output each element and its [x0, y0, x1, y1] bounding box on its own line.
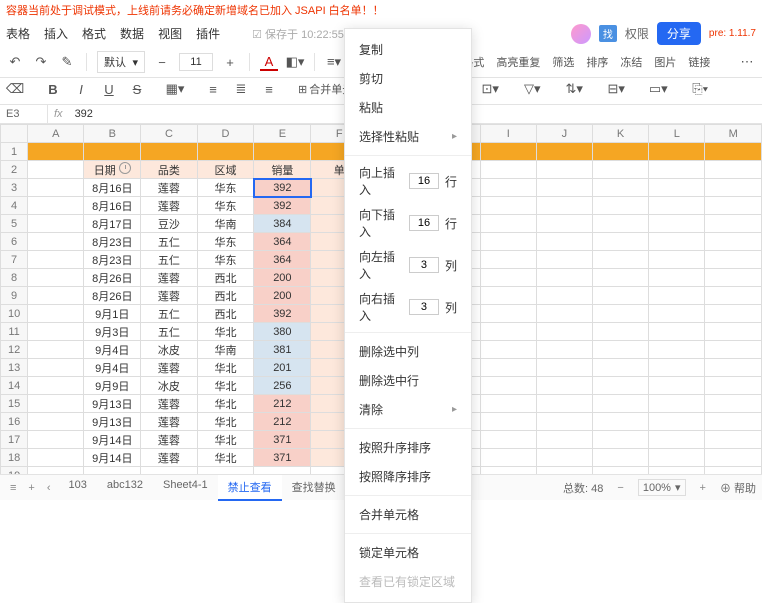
italic-icon[interactable]: I [72, 80, 90, 98]
menu-视图[interactable]: 视图 [158, 27, 182, 41]
undo-icon[interactable]: ↶ [6, 53, 24, 71]
col-header-K[interactable]: K [592, 125, 648, 143]
ctx-sort-desc[interactable]: 按照降序排序 [345, 462, 471, 491]
prev-sheet-icon[interactable]: ‹ [43, 480, 55, 496]
more-icon[interactable]: ⋯ [738, 53, 756, 71]
menu-插入[interactable]: 插入 [44, 27, 68, 41]
link-icon[interactable]: ⎘▾ [691, 80, 709, 98]
fill-color-icon[interactable]: ◧▾ [286, 53, 304, 71]
filter-icon[interactable]: ▽▾ [523, 80, 541, 98]
col-header-I[interactable]: I [480, 125, 536, 143]
menu-格式[interactable]: 格式 [82, 27, 106, 41]
ctx-paste[interactable]: 粘贴 [345, 93, 471, 122]
tool-g2-icon[interactable]: ⊡▾ [481, 80, 499, 98]
col-header-M[interactable]: M [705, 125, 762, 143]
ctx-view-locked: 查看已有锁定区域 [345, 567, 471, 596]
context-menu: 复制 剪切 粘贴 选择性粘贴▸ 向上插入行 向下插入行 向左插入列 向右插入列 … [344, 28, 472, 603]
tb-筛选[interactable]: 筛选 [552, 54, 574, 70]
ctx-insert-down-input[interactable] [409, 215, 439, 231]
align-h-icon[interactable]: ≡▾ [325, 53, 343, 71]
strike-icon[interactable]: S [128, 80, 146, 98]
help-button[interactable]: ⊕ 帮助 [720, 480, 756, 496]
col-header-C[interactable]: C [141, 125, 198, 143]
tabs-menu-icon[interactable]: ≡ [6, 480, 20, 496]
tb-链接[interactable]: 链接 [688, 54, 710, 70]
col-header-B[interactable]: B [84, 125, 141, 143]
ctx-insert-up-input[interactable] [409, 173, 439, 189]
font-dec-icon[interactable]: − [153, 53, 171, 71]
format-painter-icon[interactable]: ✎ [58, 53, 76, 71]
menu-数据[interactable]: 数据 [120, 27, 144, 41]
clear-format-icon[interactable]: ⌫ [6, 80, 24, 98]
ctx-clear[interactable]: 清除▸ [345, 395, 471, 424]
font-size[interactable]: 11 [179, 53, 213, 71]
menu-插件[interactable]: 插件 [196, 27, 220, 41]
col-header-A[interactable]: A [28, 125, 84, 143]
ctx-delete-col[interactable]: 删除选中列 [345, 337, 471, 366]
sort-icon[interactable]: ⇅▾ [565, 80, 583, 98]
ctx-insert-right-input[interactable] [409, 299, 439, 315]
ctx-copy[interactable]: 复制 [345, 35, 471, 64]
ctx-insert-left-input[interactable] [409, 257, 439, 273]
ctx-insert-left[interactable]: 向左插入列 [345, 244, 471, 286]
sheet-tab[interactable]: 禁止查看 [218, 475, 282, 501]
align-left-icon[interactable]: ≡ [204, 80, 222, 98]
image-icon[interactable]: ▭▾ [649, 80, 667, 98]
ctx-cut[interactable]: 剪切 [345, 64, 471, 93]
sheet-tab[interactable]: 103 [59, 475, 97, 501]
sheet-tab[interactable]: Sheet4-1 [153, 475, 218, 501]
col-header-L[interactable]: L [649, 125, 705, 143]
ctx-paste-special[interactable]: 选择性粘贴▸ [345, 122, 471, 151]
zoom-in-icon[interactable]: + [696, 480, 710, 496]
cell-reference[interactable]: E3 [0, 105, 48, 123]
formula-value[interactable]: 392 [69, 105, 99, 123]
ctx-insert-up[interactable]: 向上插入行 [345, 160, 471, 202]
fx-label: fx [48, 105, 69, 123]
ctx-insert-right[interactable]: 向右插入列 [345, 286, 471, 328]
tb-排序[interactable]: 排序 [586, 54, 608, 70]
ctx-insert-down[interactable]: 向下插入行 [345, 202, 471, 244]
tb-图片[interactable]: 图片 [654, 54, 676, 70]
font-select[interactable]: 默认▾ [97, 51, 145, 73]
tb-冻结[interactable]: 冻结 [620, 54, 642, 70]
border-icon[interactable]: ▦▾ [166, 80, 184, 98]
debug-warning: 容器当前处于调试模式，上线前请务必确定新增域名已加入 JSAPI 白名单！！ [0, 0, 762, 20]
menu-表格[interactable]: 表格 [6, 27, 30, 41]
pre-version: pre: 1.11.7 [709, 28, 756, 39]
zoom-level[interactable]: 100% ▾ [638, 479, 686, 496]
share-button[interactable]: 分享 [657, 22, 701, 45]
add-sheet-icon[interactable]: + [24, 480, 38, 496]
redo-icon[interactable]: ↷ [32, 53, 50, 71]
ctx-lock[interactable]: 锁定单元格 [345, 538, 471, 567]
align-center-icon[interactable]: ≣ [232, 80, 250, 98]
sheet-tab[interactable]: 查找替换 [282, 475, 346, 501]
col-header-D[interactable]: D [197, 125, 254, 143]
col-header-J[interactable]: J [536, 125, 592, 143]
save-info: ☑ 保存于 10:22:55 [252, 26, 344, 42]
freeze-icon[interactable]: ⊟▾ [607, 80, 625, 98]
sheet-tab[interactable]: abc132 [97, 475, 153, 501]
avatar[interactable] [571, 24, 591, 44]
bold-icon[interactable]: B [44, 80, 62, 98]
clock-icon [119, 162, 131, 174]
font-inc-icon[interactable]: + [221, 53, 239, 71]
status-total: 总数: 48 [563, 480, 603, 496]
tb-高亮重复[interactable]: 高亮重复 [496, 54, 540, 70]
ctx-sort-asc[interactable]: 按照升序排序 [345, 433, 471, 462]
col-header-E[interactable]: E [254, 125, 311, 143]
ctx-merge[interactable]: 合并单元格 [345, 500, 471, 529]
badge-find[interactable]: 找 [599, 25, 617, 42]
ctx-delete-row[interactable]: 删除选中行 [345, 366, 471, 395]
font-color-icon[interactable]: A [260, 53, 278, 71]
align-right-icon[interactable]: ≡ [260, 80, 278, 98]
zoom-out-icon[interactable]: − [613, 480, 627, 496]
permission-button[interactable]: 权限 [625, 25, 649, 42]
underline-icon[interactable]: U [100, 80, 118, 98]
